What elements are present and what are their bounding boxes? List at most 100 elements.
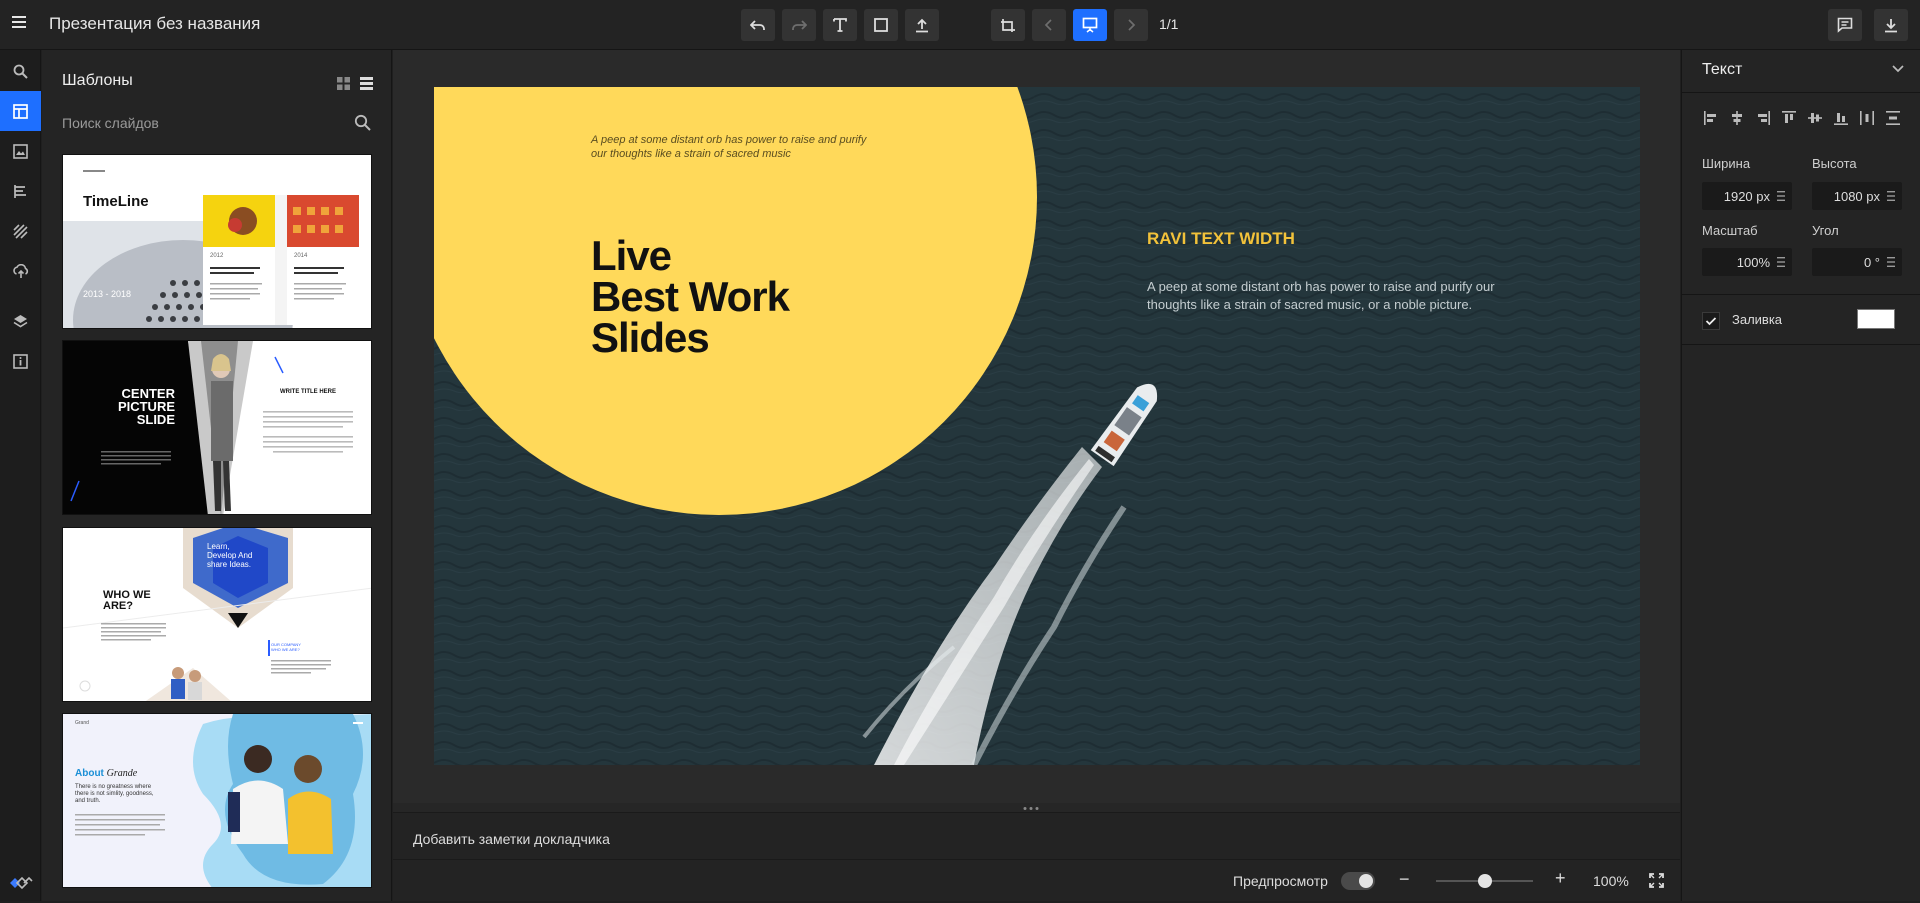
toggle-knob	[1359, 874, 1373, 888]
align-top-icon[interactable]	[1780, 109, 1798, 127]
angle-label: Угол	[1812, 223, 1839, 238]
align-center-h-icon[interactable]	[1728, 109, 1746, 127]
fill-checkbox[interactable]	[1702, 312, 1720, 330]
page-counter: 1/1	[1159, 16, 1179, 32]
text-lines-icon	[14, 184, 26, 198]
template-thumb-timeline[interactable]: TimeLine 2013 - 2018 2012 2014	[62, 154, 372, 329]
angle-value: 0 °	[1863, 255, 1880, 270]
rail-images[interactable]	[0, 131, 41, 171]
height-label: Высота	[1812, 156, 1857, 171]
rail-cloud[interactable]	[0, 251, 41, 291]
hamburger-menu-icon[interactable]	[12, 15, 28, 31]
template-thumb-about-grande[interactable]: Grand About Grande There is no greatness…	[62, 713, 372, 888]
zoom-out-button[interactable]: −	[1399, 869, 1410, 890]
add-slide-button[interactable]	[991, 9, 1025, 41]
angle-field[interactable]: 0 °	[1812, 248, 1902, 276]
scale-value: 100%	[1736, 255, 1770, 270]
distribute-v-icon[interactable]	[1884, 109, 1902, 127]
distribute-h-icon[interactable]	[1858, 109, 1876, 127]
thumb-who-tag: OUR COMPANY WHO WE ARE?	[271, 642, 301, 652]
chevron-left-icon	[1044, 19, 1052, 31]
presentation-icon	[1082, 17, 1098, 33]
templates-title: Шаблоны	[62, 72, 133, 89]
prev-slide-button[interactable]	[1032, 9, 1066, 41]
image-icon	[13, 143, 28, 159]
thumb-center-title: CENTER PICTURE SLIDE	[117, 386, 175, 427]
width-field[interactable]: 1920 px	[1702, 182, 1792, 210]
undo-icon	[750, 20, 765, 30]
slide-headline-line-1: Live	[591, 232, 672, 279]
stepper-icon[interactable]	[1777, 257, 1785, 267]
properties-divider	[1682, 344, 1920, 345]
width-value: 1920 px	[1723, 189, 1770, 204]
properties-title: Текст	[1702, 61, 1743, 78]
rail-layers[interactable]	[0, 301, 41, 341]
rail-text[interactable]	[0, 171, 41, 211]
preview-toggle[interactable]	[1341, 872, 1375, 890]
present-button[interactable]	[1073, 9, 1107, 41]
center-picture-thumb-art	[63, 341, 371, 514]
comments-button[interactable]	[1828, 9, 1862, 41]
slide-right-body[interactable]: A peep at some distant orb has power to …	[1147, 278, 1517, 314]
zoom-slider[interactable]	[1436, 874, 1533, 888]
document-title[interactable]: Презентация без названия	[49, 14, 260, 34]
upload-button[interactable]	[905, 9, 939, 41]
template-thumb-who-we-are[interactable]: WHO WE ARE? Learn, Develop And share Ide…	[62, 527, 372, 702]
speaker-notes-input[interactable]: Добавить заметки докладчика	[413, 831, 610, 847]
align-left-icon[interactable]	[1702, 109, 1720, 127]
slide-kicker-text[interactable]: A peep at some distant orb has power to …	[591, 133, 881, 161]
fullscreen-button[interactable]	[1649, 873, 1664, 888]
zoom-slider-handle[interactable]	[1477, 874, 1492, 888]
stepper-icon[interactable]	[1777, 191, 1785, 201]
properties-divider	[1682, 294, 1920, 295]
list-view-icon[interactable]	[360, 77, 373, 90]
thumb-about-title-em: Grande	[106, 768, 138, 779]
slide-right-heading[interactable]: RAVI TEXT WIDTH	[1147, 229, 1295, 249]
align-bottom-icon[interactable]	[1832, 109, 1850, 127]
thumb-who-title: WHO WE ARE?	[103, 589, 151, 612]
app-logo[interactable]	[0, 863, 41, 903]
grid-view-icon[interactable]	[337, 77, 350, 90]
slide-background-art	[434, 87, 1640, 765]
upload-icon	[916, 18, 928, 32]
logo-icon	[9, 876, 33, 890]
layers-icon	[13, 314, 28, 327]
undo-button[interactable]	[741, 9, 775, 41]
redo-button[interactable]	[782, 9, 816, 41]
rail-patterns[interactable]	[0, 211, 41, 251]
fullscreen-icon	[1649, 873, 1664, 888]
properties-divider	[1682, 92, 1920, 93]
next-slide-button[interactable]	[1114, 9, 1148, 41]
comment-icon	[1837, 17, 1853, 33]
slide-headline-line-2: Best Work	[591, 273, 790, 320]
checkmark-icon	[1702, 312, 1720, 330]
scale-field[interactable]: 100%	[1702, 248, 1792, 276]
add-slide-icon	[1001, 18, 1015, 32]
stepper-icon[interactable]	[1887, 257, 1895, 267]
fill-color-swatch[interactable]	[1857, 309, 1895, 329]
slide-search-input[interactable]	[62, 110, 352, 136]
search-icon[interactable]	[354, 114, 371, 131]
slide-headline-line-3: Slides	[591, 314, 710, 361]
template-thumb-center-picture[interactable]: CENTER PICTURE SLIDE WRITE TITLE HERE	[62, 340, 372, 515]
align-right-icon[interactable]	[1754, 109, 1772, 127]
height-field[interactable]: 1080 px	[1812, 182, 1902, 210]
slide-headline[interactable]: Live Best Work Slides	[591, 232, 790, 361]
thumb-timeline-years: 2013 - 2018	[83, 289, 132, 299]
rail-search[interactable]	[0, 51, 41, 91]
top-bar: Презентация без названия 1/1	[0, 0, 1920, 50]
notes-resize-handle[interactable]	[393, 803, 1680, 812]
templates-panel: Шаблоны Поиск слайдов TimeLine 2013 - 20…	[42, 50, 392, 901]
chevron-down-icon[interactable]	[1892, 65, 1904, 73]
thumb-about-title-main: About	[75, 768, 104, 779]
current-slide[interactable]: A peep at some distant orb has power to …	[434, 87, 1640, 765]
align-middle-icon[interactable]	[1806, 109, 1824, 127]
chevron-right-icon	[1128, 19, 1136, 31]
rail-templates[interactable]	[0, 91, 41, 131]
rail-info[interactable]	[0, 341, 41, 381]
stepper-icon[interactable]	[1887, 191, 1895, 201]
text-button[interactable]	[823, 9, 857, 41]
zoom-in-button[interactable]: +	[1555, 868, 1566, 889]
download-button[interactable]	[1874, 9, 1908, 41]
shape-button[interactable]	[864, 9, 898, 41]
